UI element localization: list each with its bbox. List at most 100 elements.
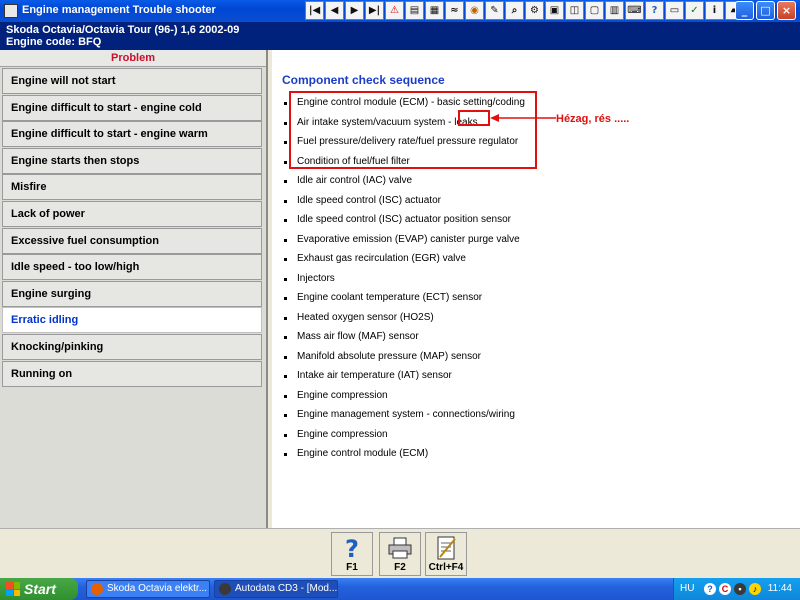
sequence-item[interactable]: Heated oxygen sensor (HO2S) (284, 308, 525, 328)
component-button[interactable]: ◉ (465, 1, 484, 20)
database-icon: ▥ (609, 4, 620, 16)
test-icon: ✓ (690, 4, 699, 16)
sequence-item[interactable]: Engine control module (ECM) (284, 444, 525, 464)
next-page-button[interactable]: ▶ (345, 1, 364, 20)
sequence-item[interactable]: Intake air temperature (IAT) sensor (284, 366, 525, 386)
f1-help-button[interactable]: ? F1 (331, 532, 373, 576)
print-button[interactable]: ▭ (665, 1, 684, 20)
problem-item[interactable]: Engine will not start (2, 68, 262, 94)
warning-button[interactable]: ⚠ (385, 1, 404, 20)
problem-item[interactable]: Engine difficult to start - engine cold (2, 94, 262, 121)
window-controls: _ □ × (735, 1, 796, 20)
problem-item[interactable]: Engine surging (2, 280, 262, 307)
wiring-button[interactable]: ≈ (445, 1, 464, 20)
sequence-item-label: Intake air temperature (IAT) sensor (297, 370, 452, 381)
sequence-item[interactable]: Engine compression (284, 425, 525, 445)
bullet-icon (284, 336, 287, 339)
app-icon (4, 4, 18, 18)
problem-item[interactable]: Lack of power (2, 200, 262, 227)
sequence-item-label: Engine compression (297, 428, 388, 440)
bullet-icon (284, 258, 287, 261)
camera-button[interactable]: ▢ (585, 1, 604, 20)
sequence-item[interactable]: Engine compression (284, 386, 525, 406)
tools-button[interactable]: ✎ (485, 1, 504, 20)
svg-text:?: ? (345, 535, 359, 561)
first-page-button[interactable]: |◀ (305, 1, 324, 20)
sequence-item[interactable]: Injectors (284, 269, 525, 289)
warning-icon: ⚠ (390, 4, 399, 16)
f2-label: F2 (394, 562, 406, 573)
problem-item[interactable]: Excessive fuel consumption (2, 227, 262, 254)
maximize-button[interactable]: □ (756, 1, 775, 20)
help-tray-icon[interactable]: ? (704, 583, 716, 595)
gallery-button[interactable]: ▣ (545, 1, 564, 20)
language-indicator[interactable]: HU (680, 583, 694, 594)
toolbar: |◀◀▶▶|⚠▤▦≈◉✎⌕⚙▣◫▢▥⌨?▭✓i▰ (305, 1, 744, 21)
f2-print-button[interactable]: F2 (379, 532, 421, 576)
minimize-button[interactable]: _ (735, 1, 754, 20)
settings-button[interactable]: ⚙ (525, 1, 544, 20)
annotation-arrow (490, 114, 556, 122)
sequence-item[interactable]: Mass air flow (MAF) sensor (284, 327, 525, 347)
problem-item[interactable]: Engine starts then stops (2, 147, 262, 174)
map-button[interactable]: ▦ (425, 1, 444, 20)
problem-item[interactable]: Engine difficult to start - engine warm (2, 121, 262, 148)
camera-icon: ▢ (589, 4, 600, 16)
keyboard-button[interactable]: ⌨ (625, 1, 644, 20)
close-button[interactable]: × (777, 1, 796, 20)
info-button[interactable]: i (705, 1, 724, 20)
sequence-item-label: Engine management system - connections/w… (297, 409, 515, 420)
sequence-item-label: Exhaust gas recirculation (EGR) valve (297, 253, 466, 264)
sequence-item-label: Engine control module (ECM) (297, 448, 429, 459)
f1-label: F1 (346, 562, 358, 573)
problem-item[interactable]: Running on (2, 360, 262, 387)
sequence-item[interactable]: Engine management system - connections/w… (284, 405, 525, 425)
task-autodata-label: Autodata CD3 - [Mod... (235, 583, 338, 594)
sequence-item[interactable]: Manifold absolute pressure (MAP) sensor (284, 347, 525, 367)
search-button[interactable]: ⌕ (505, 1, 524, 20)
sequence-item[interactable]: Evaporative emission (EVAP) canister pur… (284, 230, 525, 250)
sequence-item-label: Engine compression (297, 389, 388, 401)
previous-page-button[interactable]: ◀ (325, 1, 344, 20)
sequence-item-label: Mass air flow (MAF) sensor (297, 331, 419, 342)
diagram-button[interactable]: ◫ (565, 1, 584, 20)
bullet-icon (284, 394, 287, 398)
sequence-item[interactable]: Exhaust gas recirculation (EGR) valve (284, 249, 525, 269)
sequence-item[interactable]: Idle air control (IAC) valve (284, 171, 525, 191)
sequence-item[interactable]: Idle speed control (ISC) actuator (284, 191, 525, 211)
help-icon: ? (651, 4, 658, 16)
help-button[interactable]: ? (645, 1, 664, 20)
problem-panel: Problem Engine will not start Engine diff… (0, 50, 268, 528)
task-firefox[interactable]: Skoda Octavia elektr... (86, 580, 210, 598)
vehicle-model: Skoda Octavia/Octavia Tour (96-) 1,6 200… (6, 24, 240, 36)
problem-item[interactable]: Erratic idling (2, 307, 262, 334)
firefox-icon (91, 583, 103, 595)
antivirus-tray-icon[interactable]: C (719, 583, 731, 595)
task-autodata[interactable]: Autodata CD3 - [Mod... (214, 580, 338, 598)
taskbar: Start Skoda Octavia elektr... Autodata C… (0, 578, 800, 600)
database-button[interactable]: ▥ (605, 1, 624, 20)
problem-item[interactable]: Knocking/pinking (2, 333, 262, 360)
start-button[interactable]: Start (0, 578, 78, 600)
network-tray-icon[interactable]: ▪ (734, 583, 746, 595)
title-bar[interactable]: Engine management Trouble shooter |◀ ◀ ▶ ▶|… (0, 0, 800, 22)
last-page-icon: ▶| (368, 4, 381, 16)
speaker-tray-icon[interactable]: ♪ (749, 583, 761, 595)
document-icon: ▤ (409, 4, 420, 16)
problem-item[interactable]: Misfire (2, 174, 262, 201)
sequence-item[interactable]: Engine coolant temperature (ECT) sensor (284, 288, 525, 308)
ctrl-f4-notes-button[interactable]: Ctrl+F4 (425, 532, 467, 576)
problem-item[interactable]: Idle speed - too low/high (2, 254, 262, 281)
bullet-icon (284, 414, 287, 417)
last-page-button[interactable]: ▶| (365, 1, 384, 20)
system-tray: HU ? C ▪ ♪ 11:44 (673, 578, 800, 600)
gallery-icon: ▣ (549, 4, 560, 16)
bullet-icon (284, 160, 287, 164)
test-button[interactable]: ✓ (685, 1, 704, 20)
sequence-item-label: Heated oxygen sensor (HO2S) (297, 311, 434, 323)
sequence-item-label: Evaporative emission (EVAP) canister pur… (297, 233, 520, 245)
bullet-icon (284, 316, 287, 320)
document-button[interactable]: ▤ (405, 1, 424, 20)
sequence-item[interactable]: Idle speed control (ISC) actuator positi… (284, 210, 525, 230)
tools-icon: ✎ (490, 4, 499, 16)
